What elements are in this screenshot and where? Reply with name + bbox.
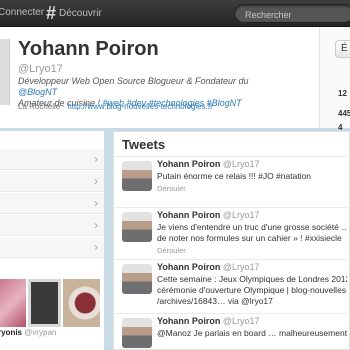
hash-icon: # [46,3,57,23]
chevron-right-icon: › [94,152,98,166]
tweet-line: de noter nos formules sur un cahier » ! … [157,233,342,243]
tweets-heading: Tweets [122,137,166,152]
top-navigation-bar: Connecter # Découvrir [0,0,350,27]
tweet-header: Yohann Poiron @Lryo17 [157,262,260,272]
tweet-text: Putain énorme ce relais !!! #JO #natatio… [157,171,347,182]
stat-following[interactable]: 445 [338,109,350,118]
nav-discover-link[interactable]: # Découvrir [46,3,102,23]
tweet-line: /archives/16843… via @lryo17 [157,296,273,306]
tweet-header: Yohann Poiron @Lryo17 [157,159,260,169]
tweet-item[interactable]: Yohann Poiron @Lryo17 Putain énorme ce r… [114,156,350,196]
tweet-author-name[interactable]: Yohann Poiron [157,316,220,326]
profile-website-link[interactable]: http://www.blog-nouvelles-technologies.f… [67,102,212,111]
tweet-author-handle[interactable]: @Lryo17 [223,262,260,272]
media-thumbnail[interactable] [0,279,26,327]
tweet-item[interactable]: Yohann Poiron @Lryo17 @Manoz Je parlais … [114,313,350,350]
tweet-line: Cette semaine : Jeux Olympiques de Londr… [157,274,347,284]
tweet-line: Je viens d'entendre un truc d'une grosse… [157,222,347,232]
profile-avatar[interactable] [0,39,10,105]
tweet-line: @Manoz Je parlais en board … malheureuse… [157,328,347,338]
sidebar-row-3[interactable]: › [0,193,104,214]
tweet-item[interactable]: Yohann Poiron @Lryo17 Je viens d'entendr… [114,207,350,259]
profile-location-row: La Rochelle · http://www.blog-nouvelles-… [18,102,213,111]
media-thumbnail[interactable] [63,279,100,327]
profile-name: Yohann Poiron [18,38,159,60]
sidebar-row-4[interactable]: › [0,215,104,236]
search-box[interactable] [234,4,350,23]
tweet-avatar[interactable] [122,264,152,294]
media-gallery [0,279,104,327]
media-thumbnail[interactable] [28,279,61,327]
tweet-author-handle[interactable]: @Lryo17 [223,159,260,169]
chevron-right-icon: › [94,196,98,210]
tweet-line: Putain énorme ce relais !!! #JO #natatio… [157,171,312,181]
tweet-author-handle[interactable]: @Lryo17 [223,316,260,326]
bio-text: Développeur Web Open Source Blogueur & F… [18,76,249,86]
follower-handle: @vrypan [24,328,57,337]
chevron-right-icon: › [94,240,98,254]
bio-blog-mention[interactable]: @BlogNT [18,87,57,97]
follower-name: ryonis [0,328,23,337]
tweet-avatar[interactable] [122,318,152,348]
profile-location: La Rochelle [18,102,61,111]
sidebar-row-5[interactable]: › [0,237,104,258]
tweet-text: @Manoz Je parlais en board … malheureuse… [157,328,347,339]
chevron-right-icon: › [94,218,98,232]
tweet-author-name[interactable]: Yohann Poiron [157,262,220,272]
chevron-right-icon: › [94,174,98,188]
tweet-expand-link[interactable]: Dérouler [157,184,186,193]
tweet-avatar[interactable] [122,212,152,242]
follower-entry[interactable]: ryonis @vrypan [0,328,56,337]
tweet-text: Cette semaine : Jeux Olympiques de Londr… [157,274,347,307]
tweet-text: Je viens d'entendre un truc d'une grosse… [157,222,347,244]
nav-discover-label: Découvrir [59,7,102,19]
profile-handle: @Lryo17 [18,63,63,75]
profile-header: Yohann Poiron @Lryo17 Développeur Web Op… [0,27,350,132]
nav-connect-link[interactable]: Connecter [0,7,44,18]
sidebar-row-2[interactable]: › [0,171,104,192]
edit-profile-button[interactable]: É [335,40,350,58]
tweets-panel: Tweets Yohann Poiron @Lryo17 Putain énor… [113,131,350,350]
tweet-expand-link[interactable]: Dérouler [157,246,186,255]
tweet-author-name[interactable]: Yohann Poiron [157,159,220,169]
tweet-avatar[interactable] [122,161,152,191]
tweet-item[interactable]: Yohann Poiron @Lryo17 Cette semaine : Je… [114,259,350,311]
search-input[interactable] [235,7,350,23]
tweet-line: cérémonie d'ouverture Olympique | blog-n… [157,285,347,295]
stat-tweets[interactable]: 12 [338,89,347,98]
tweet-header: Yohann Poiron @Lryo17 [157,210,260,220]
tweet-author-handle[interactable]: @Lryo17 [223,210,260,220]
sidebar-row-1[interactable]: › [0,149,104,170]
tweet-header: Yohann Poiron @Lryo17 [157,316,260,326]
tweet-author-name[interactable]: Yohann Poiron [157,210,220,220]
